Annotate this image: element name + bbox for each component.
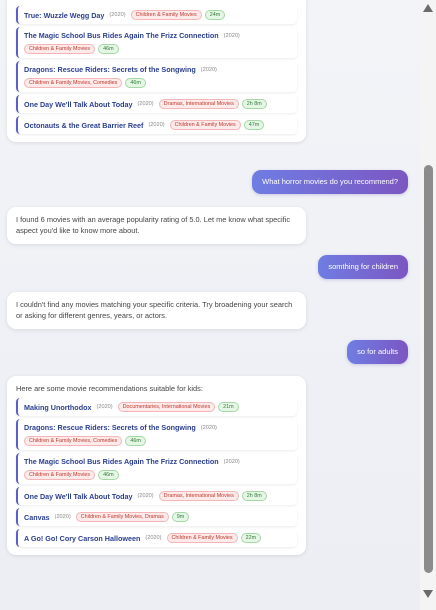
duration-tag: 46m: [98, 470, 119, 480]
duration-tag: 46m: [125, 78, 146, 88]
genre-tag: Dramas, International Movies: [158, 99, 239, 109]
duration-tag: 47m: [243, 120, 265, 130]
bot-message-text: I couldn't find any movies matching your…: [16, 300, 293, 320]
user-message: somthing for children: [318, 255, 408, 279]
genre-tag: Children & Family Movies, Dramas: [75, 512, 169, 522]
movie-title[interactable]: The Magic School Bus Rides Again The Fri…: [24, 31, 219, 40]
bot-message: I couldn't find any movies matching your…: [7, 292, 306, 329]
movie-card[interactable]: The Magic School Bus Rides Again The Fri…: [16, 27, 297, 58]
genre-tag: Children & Family Movies: [24, 44, 96, 54]
movie-year: (2020): [200, 66, 217, 73]
movie-year: (2020): [148, 122, 165, 128]
movie-title[interactable]: The Magic School Bus Rides Again The Fri…: [24, 457, 219, 466]
bot-message: I found 6 movies with an average popular…: [7, 207, 306, 244]
movie-card[interactable]: One Day We'll Talk About Today (2020) Dr…: [16, 95, 297, 113]
scrollbar-thumb[interactable]: [424, 165, 433, 573]
movie-card[interactable]: A Go! Go! Cory Carson Halloween (2020) C…: [16, 529, 297, 547]
movie-card[interactable]: Canvas (2020) Children & Family Movies, …: [16, 508, 297, 526]
duration-tag: 2h 8m: [241, 491, 267, 501]
movie-year: (2020): [145, 535, 162, 541]
chat-messages[interactable]: True: Wuzzle Wegg Day (2020) Children & …: [0, 0, 420, 610]
movie-year: (2020): [96, 404, 113, 410]
duration-tag: 24m: [204, 10, 226, 20]
movie-card[interactable]: Dragons: Rescue Riders: Secrets of the S…: [16, 419, 297, 450]
movie-year: (2020): [137, 493, 154, 499]
movie-title[interactable]: Making Unorthodox: [24, 403, 91, 412]
movie-title[interactable]: Octonauts & the Great Barrier Reef: [24, 121, 143, 130]
scroll-up-arrow-icon[interactable]: [423, 4, 433, 12]
duration-tag: 21m: [218, 402, 239, 412]
movie-card[interactable]: Octonauts & the Great Barrier Reef (2020…: [16, 116, 297, 134]
movie-title[interactable]: Dragons: Rescue Riders: Secrets of the S…: [24, 65, 196, 74]
bot-message-intro: Here are some movie recommendations suit…: [16, 384, 203, 393]
user-message-text: What horror movies do you recommend?: [262, 177, 398, 186]
user-message-text: somthing for children: [328, 262, 398, 271]
duration-tag: 46m: [125, 436, 146, 446]
movie-year: (2020): [200, 424, 217, 431]
genre-tag: Dramas, International Movies: [158, 491, 239, 501]
movie-card[interactable]: Making Unorthodox (2020) Documentaries, …: [16, 398, 297, 416]
duration-tag: 9m: [171, 512, 190, 522]
movie-year: (2020): [109, 12, 126, 18]
user-message: so for adults: [347, 340, 408, 364]
duration-tag: 46m: [98, 44, 119, 54]
movie-title[interactable]: Dragons: Rescue Riders: Secrets of the S…: [24, 423, 196, 432]
movie-card[interactable]: True: Wuzzle Wegg Day (2020) Children & …: [16, 6, 297, 24]
user-message: What horror movies do you recommend?: [252, 170, 408, 194]
movie-title[interactable]: A Go! Go! Cory Carson Halloween: [24, 534, 140, 543]
genre-tag: Children & Family Movies: [169, 120, 241, 130]
movie-year: (2020): [223, 32, 240, 39]
genre-tag: Documentaries, International Movies: [117, 402, 216, 412]
genre-tag: Children & Family Movies: [24, 470, 96, 480]
bot-message: True: Wuzzle Wegg Day (2020) Children & …: [7, 0, 306, 142]
duration-tag: 22m: [240, 533, 262, 543]
movie-title[interactable]: One Day We'll Talk About Today: [24, 492, 132, 501]
movie-title[interactable]: True: Wuzzle Wegg Day: [24, 11, 104, 20]
scroll-down-arrow-icon[interactable]: [423, 590, 433, 598]
bot-message-text: I found 6 movies with an average popular…: [16, 215, 291, 235]
genre-tag: Children & Family Movies, Comedies: [24, 78, 123, 88]
movie-card[interactable]: One Day We'll Talk About Today (2020) Dr…: [16, 487, 297, 505]
genre-tag: Children & Family Movies: [166, 533, 238, 543]
duration-tag: 2h 8m: [241, 99, 267, 109]
movie-title[interactable]: One Day We'll Talk About Today: [24, 100, 132, 109]
genre-tag: Children & Family Movies, Comedies: [24, 436, 123, 446]
movie-title[interactable]: Canvas: [24, 513, 50, 522]
scrollbar[interactable]: [420, 0, 436, 610]
movie-year: (2020): [54, 514, 71, 520]
movie-card[interactable]: The Magic School Bus Rides Again The Fri…: [16, 453, 297, 484]
user-message-text: so for adults: [357, 347, 398, 356]
bot-message: Here are some movie recommendations suit…: [7, 376, 306, 555]
movie-card[interactable]: Dragons: Rescue Riders: Secrets of the S…: [16, 61, 297, 92]
genre-tag: Children & Family Movies: [130, 10, 202, 20]
movie-year: (2020): [223, 458, 240, 465]
movie-year: (2020): [137, 101, 154, 107]
